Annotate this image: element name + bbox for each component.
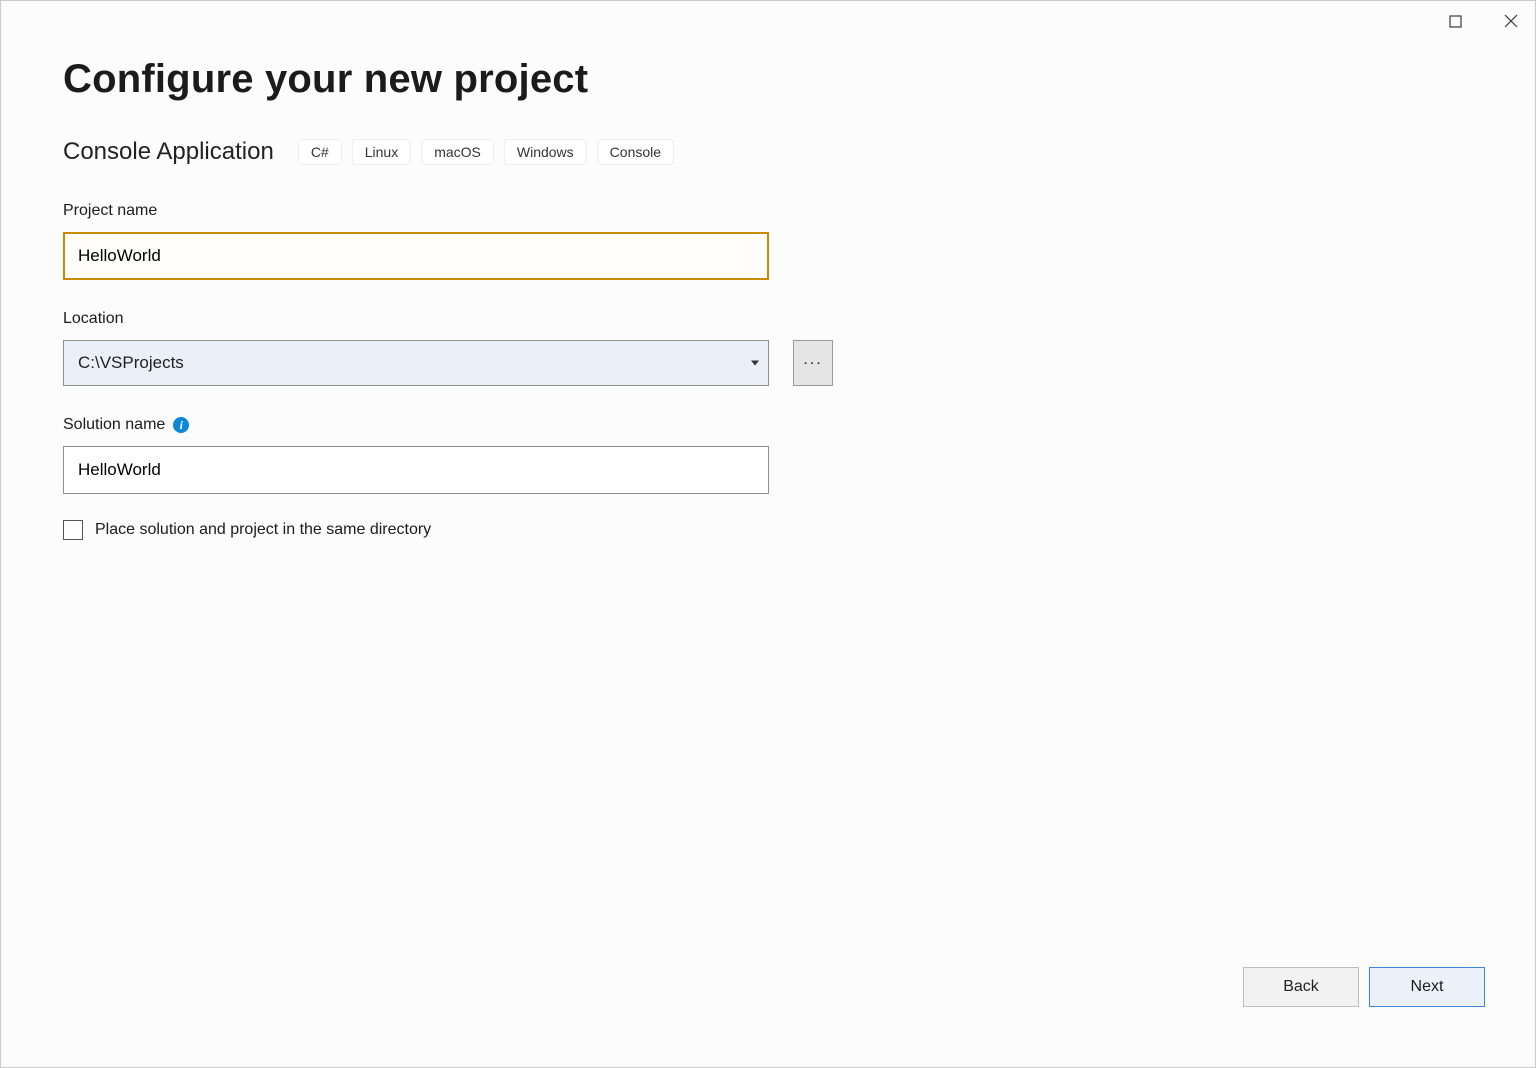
location-label: Location: [63, 310, 839, 328]
tag: C#: [298, 139, 342, 165]
maximize-icon: [1449, 15, 1462, 28]
titlebar: [1445, 1, 1535, 41]
template-row: Console Application C# Linux macOS Windo…: [63, 138, 839, 166]
footer: Back Next: [1243, 967, 1485, 1007]
location-combo[interactable]: C:\VSProjects: [63, 340, 769, 386]
next-button[interactable]: Next: [1369, 967, 1485, 1007]
location-field: Location C:\VSProjects ...: [63, 310, 839, 386]
tag: Linux: [352, 139, 411, 165]
project-name-input[interactable]: [63, 232, 769, 280]
page-title: Configure your new project: [63, 57, 839, 102]
tag-strip: C# Linux macOS Windows Console: [298, 139, 674, 165]
project-name-label: Project name: [63, 202, 839, 220]
same-directory-checkbox[interactable]: Place solution and project in the same d…: [63, 520, 839, 540]
project-name-field: Project name: [63, 202, 839, 280]
content-area: Configure your new project Console Appli…: [1, 1, 901, 540]
maximize-button[interactable]: [1445, 11, 1465, 31]
chevron-down-icon: [751, 361, 759, 366]
close-icon: [1504, 14, 1518, 28]
tag: Windows: [504, 139, 587, 165]
location-input[interactable]: C:\VSProjects: [63, 340, 769, 386]
checkbox-label: Place solution and project in the same d…: [95, 521, 431, 539]
info-icon[interactable]: i: [173, 417, 189, 433]
checkbox-box[interactable]: [63, 520, 83, 540]
tag: Console: [597, 139, 674, 165]
tag: macOS: [421, 139, 494, 165]
browse-button[interactable]: ...: [793, 340, 833, 386]
solution-name-field: Solution name i: [63, 416, 839, 494]
solution-name-label: Solution name: [63, 416, 165, 434]
back-button[interactable]: Back: [1243, 967, 1359, 1007]
template-name: Console Application: [63, 138, 274, 166]
solution-name-input[interactable]: [63, 446, 769, 494]
close-button[interactable]: [1501, 11, 1521, 31]
